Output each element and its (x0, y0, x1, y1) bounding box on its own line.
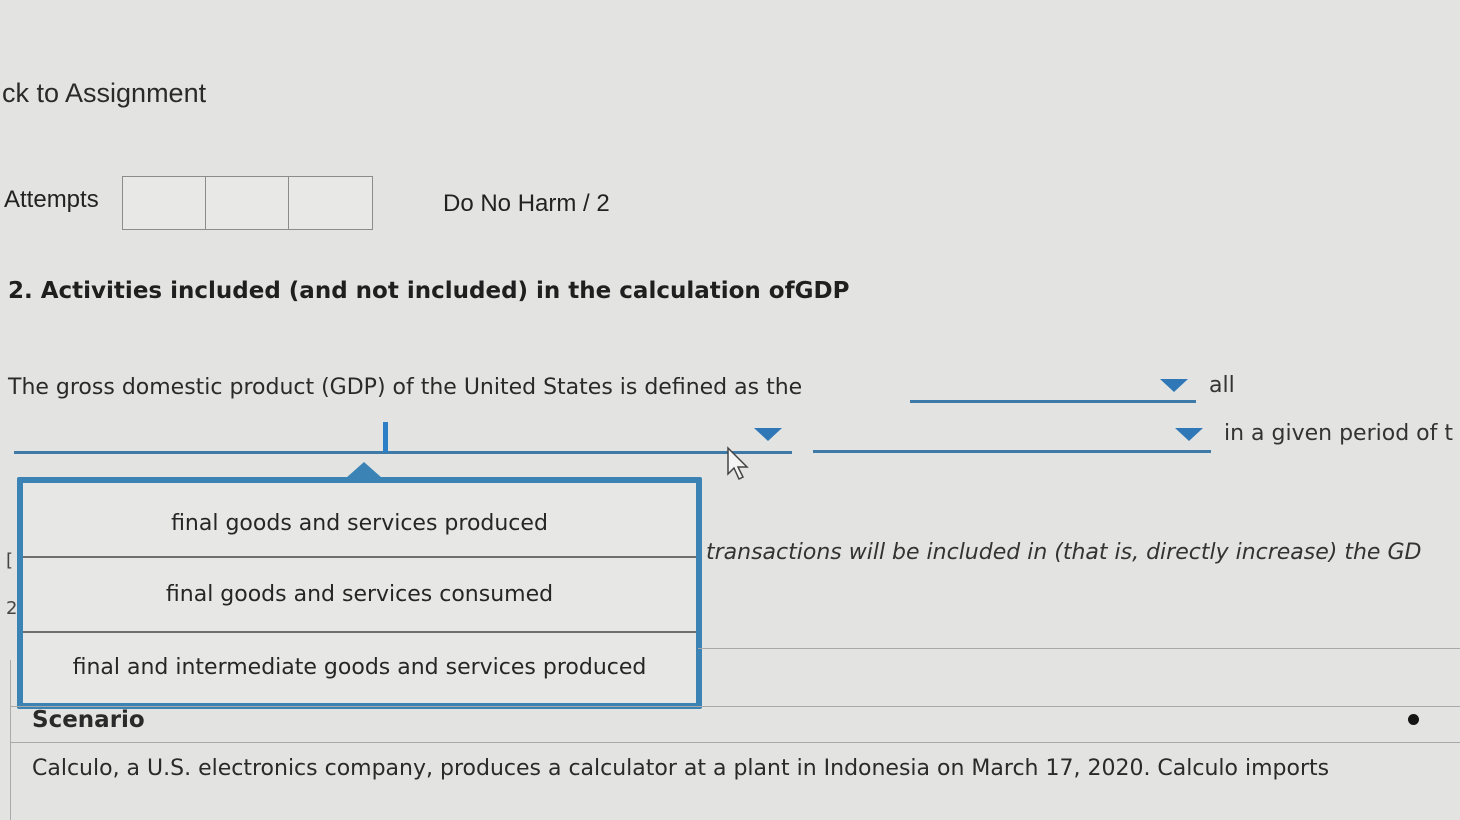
score-label: Do No Harm / 2 (443, 190, 610, 217)
dropdown-menu: final goods and services produced final … (17, 477, 702, 709)
scenario-heading: Scenario (32, 707, 145, 733)
dropdown-3[interactable] (813, 420, 1211, 456)
table-divider (10, 742, 1460, 743)
dropdown-underline (14, 451, 792, 454)
mouse-pointer-icon (727, 446, 749, 481)
hidden-row-mark: [ (6, 550, 14, 571)
table-divider (698, 648, 1460, 649)
attempt-box (123, 177, 206, 229)
table-border-left (10, 660, 11, 820)
stem-continuation: in a given period of t (1224, 421, 1453, 446)
menu-separator (23, 631, 696, 633)
transactions-instruction: transactions will be included in (that i… (706, 540, 1422, 565)
back-to-assignment-link[interactable]: ck to Assignment (2, 78, 206, 109)
table-divider (10, 706, 1460, 707)
attempt-box (206, 177, 289, 229)
hidden-row-mark: 2 (6, 598, 18, 619)
menu-option-2[interactable]: final goods and services consumed (23, 582, 696, 607)
scenario-text: Calculo, a U.S. electronics company, pro… (32, 756, 1330, 781)
dropdown-2[interactable] (14, 420, 792, 456)
attempts-indicator (122, 176, 373, 230)
question-title: 2. Activities included (and not included… (8, 278, 850, 304)
menu-option-3[interactable]: final and intermediate goods and service… (23, 655, 696, 680)
menu-separator (23, 556, 696, 558)
stem-continuation: all (1209, 373, 1235, 398)
chevron-down-icon (1160, 379, 1188, 392)
question-stem: The gross domestic product (GDP) of the … (8, 375, 803, 400)
menu-option-1[interactable]: final goods and services produced (23, 511, 696, 536)
text-cursor (383, 422, 388, 452)
chevron-down-icon (754, 428, 782, 441)
menu-pointer (346, 462, 382, 478)
attempts-label: Attempts (4, 186, 99, 213)
dropdown-underline (813, 450, 1211, 453)
marker-dot (1408, 714, 1419, 725)
attempt-box (289, 177, 372, 229)
dropdown-1[interactable] (910, 372, 1196, 406)
chevron-down-icon (1175, 428, 1203, 441)
dropdown-underline (910, 400, 1196, 403)
